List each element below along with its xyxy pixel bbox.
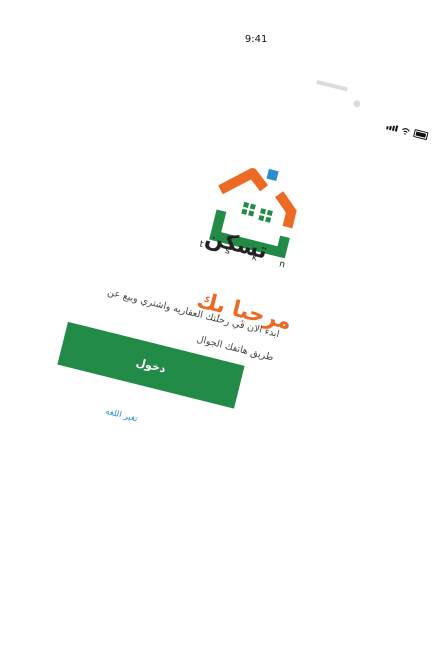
status-icons: [386, 122, 429, 141]
house-logo-icon: [209, 168, 297, 259]
speaker-bar: [315, 79, 348, 92]
wifi-icon: [402, 127, 410, 135]
battery-icon: [413, 129, 429, 141]
change-language-link[interactable]: تغير اللغه: [104, 407, 138, 425]
camera-dot: [352, 99, 362, 108]
app-screen: 9:41 تسكن t s k n مرحبا بك ابدء الان في …: [0, 0, 440, 663]
signal-icon: [386, 123, 399, 132]
status-time: 9:41: [244, 33, 268, 45]
